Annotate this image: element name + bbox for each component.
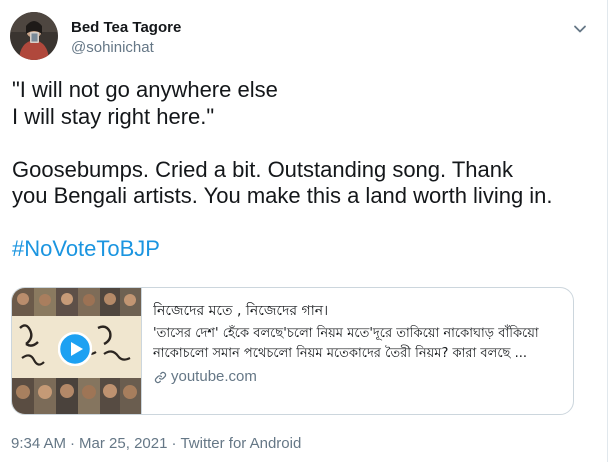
author-display-name[interactable]: Bed Tea Tagore (71, 18, 181, 38)
card-title[interactable]: নিজেদের মতে , নিজেদের গান। (153, 301, 563, 321)
card-description[interactable]: 'তাসের দেশ' হেঁকে বলছে'চলো নিয়ম মতে'দূর… (153, 324, 563, 364)
tweet-line: I will stay right here." (12, 103, 215, 129)
card-domain[interactable]: youtube.com (153, 367, 563, 387)
meta-separator: · (70, 435, 76, 453)
hashtag-link[interactable]: #NoVoteToBJP (12, 236, 160, 261)
video-thumbnail[interactable] (12, 288, 142, 414)
tweet-date-link[interactable]: Mar 25, 2021 (79, 435, 167, 452)
tweet-container: Bed Tea Tagore @sohinichat "I will not g… (0, 0, 608, 462)
author-handle[interactable]: @sohinichat (71, 38, 181, 58)
card-domain-text[interactable]: youtube.com (171, 367, 257, 387)
tweet-line: Goosebumps. Cried a bit. Outstanding son… (12, 156, 513, 182)
avatar[interactable] (10, 12, 58, 60)
avatar-image (10, 12, 58, 60)
link-icon (154, 371, 167, 383)
play-icon[interactable] (57, 331, 93, 367)
tweet-text: "I will not go anywhere else I will stay… (12, 77, 596, 263)
link-preview-card[interactable]: নিজেদের মতে , নিজেদের গান। 'তাসের দেশ' হ… (11, 287, 574, 415)
tweet-meta: 9:34 AM · Mar 25, 2021 · Twitter for Android (11, 434, 301, 454)
chevron-down-icon[interactable] (573, 22, 587, 36)
tweet-source-link[interactable]: Twitter for Android (180, 435, 301, 452)
meta-separator: · (171, 435, 177, 453)
card-text-block[interactable]: নিজেদের মতে , নিজেদের গান। 'তাসের দেশ' হ… (153, 301, 563, 387)
author-info[interactable]: Bed Tea Tagore @sohinichat (71, 18, 181, 58)
tweet-line: you Bengali artists. You make this a lan… (12, 183, 553, 208)
tweet-time-link[interactable]: 9:34 AM (11, 435, 66, 452)
tweet-line: "I will not go anywhere else (12, 77, 278, 102)
